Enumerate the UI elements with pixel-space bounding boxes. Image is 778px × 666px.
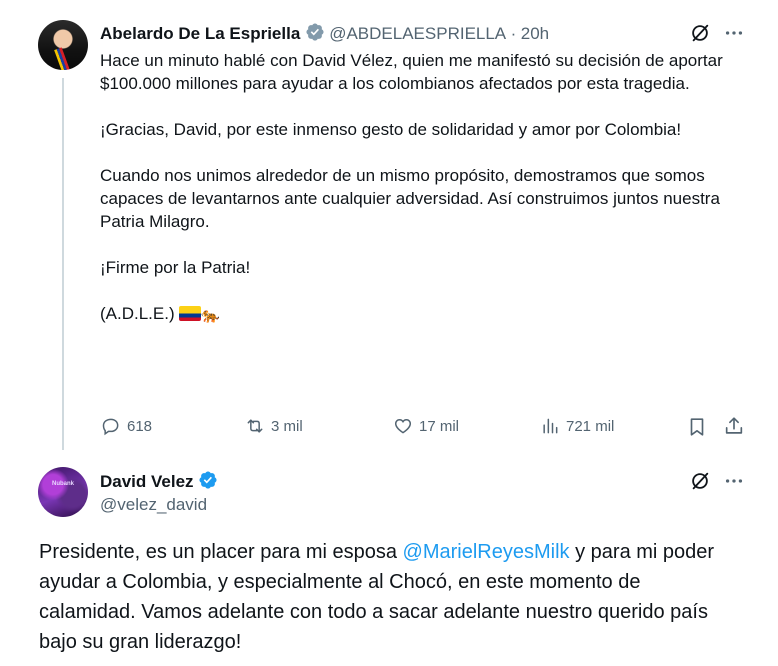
repost-count: 3 mil	[271, 417, 303, 435]
author-name[interactable]: David Velez	[100, 472, 194, 491]
separator-dot: ·	[510, 24, 517, 43]
grok-icon[interactable]	[689, 470, 711, 497]
verified-badge-icon	[305, 22, 325, 47]
views-icon	[543, 418, 558, 434]
tweet1-signature: (A.D.L.E.)	[100, 304, 175, 323]
tiger-emoji: 🐅	[201, 307, 221, 324]
share-icon	[725, 417, 743, 434]
avatar-abelardo[interactable]	[38, 20, 88, 70]
sash-decoration	[54, 47, 70, 70]
avatar-text: Nubank	[51, 481, 74, 487]
tweet1-paragraph: ¡Firme por la Patria!	[100, 258, 251, 277]
mention-link[interactable]: @MarielReyesMilk	[403, 541, 570, 563]
grok-icon[interactable]	[689, 22, 711, 49]
more-options-icon[interactable]	[723, 22, 745, 49]
reply-icon	[102, 418, 119, 436]
repost-button[interactable]: 3 mil	[245, 416, 303, 436]
like-count: 17 mil	[419, 417, 460, 435]
verified-badge-icon	[198, 470, 218, 495]
colombia-flag-emoji	[179, 306, 202, 321]
thread-line	[62, 78, 64, 450]
views-count: 721 mil	[566, 417, 615, 435]
reply-button[interactable]: 618	[101, 416, 152, 436]
author-handle[interactable]: @ABDELAESPRIELLA	[329, 24, 506, 43]
tweet1-paragraph: Hace un minuto hablé con David Vélez, qu…	[100, 51, 723, 93]
like-button[interactable]: 17 mil	[393, 416, 459, 436]
bookmark-button[interactable]	[686, 416, 708, 443]
tweet1-paragraph: Cuando nos unimos alrededor de un mismo …	[100, 166, 720, 231]
tweet1-body: Hace un minuto hablé con David Vélez, qu…	[100, 49, 750, 327]
heart-icon	[394, 418, 412, 434]
author-handle[interactable]: @velez_david	[100, 495, 207, 515]
tweet2-header: David Velez	[100, 470, 218, 495]
tweet1-paragraph: ¡Gracias, David, por este inmenso gesto …	[100, 120, 682, 139]
author-name[interactable]: Abelardo De La Espriella	[100, 24, 300, 43]
more-options-icon[interactable]	[723, 470, 745, 497]
repost-icon	[247, 419, 263, 433]
share-button[interactable]	[723, 415, 745, 442]
tweet-time[interactable]: 20h	[521, 24, 549, 43]
tweet2-body: Presidente, es un placer para mi esposa …	[39, 537, 739, 657]
bookmark-icon	[690, 418, 704, 436]
views-button[interactable]: 721 mil	[540, 416, 614, 436]
tweet2-text-before: Presidente, es un placer para mi esposa	[39, 541, 403, 563]
avatar-david-velez[interactable]: Nubank	[38, 467, 88, 517]
tweet1-header: Abelardo De La Espriella @ABDELAESPRIELL…	[100, 22, 549, 47]
reply-count: 618	[127, 417, 153, 435]
tweet1-signature-line: (A.D.L.E.) 🐅	[100, 302, 750, 327]
